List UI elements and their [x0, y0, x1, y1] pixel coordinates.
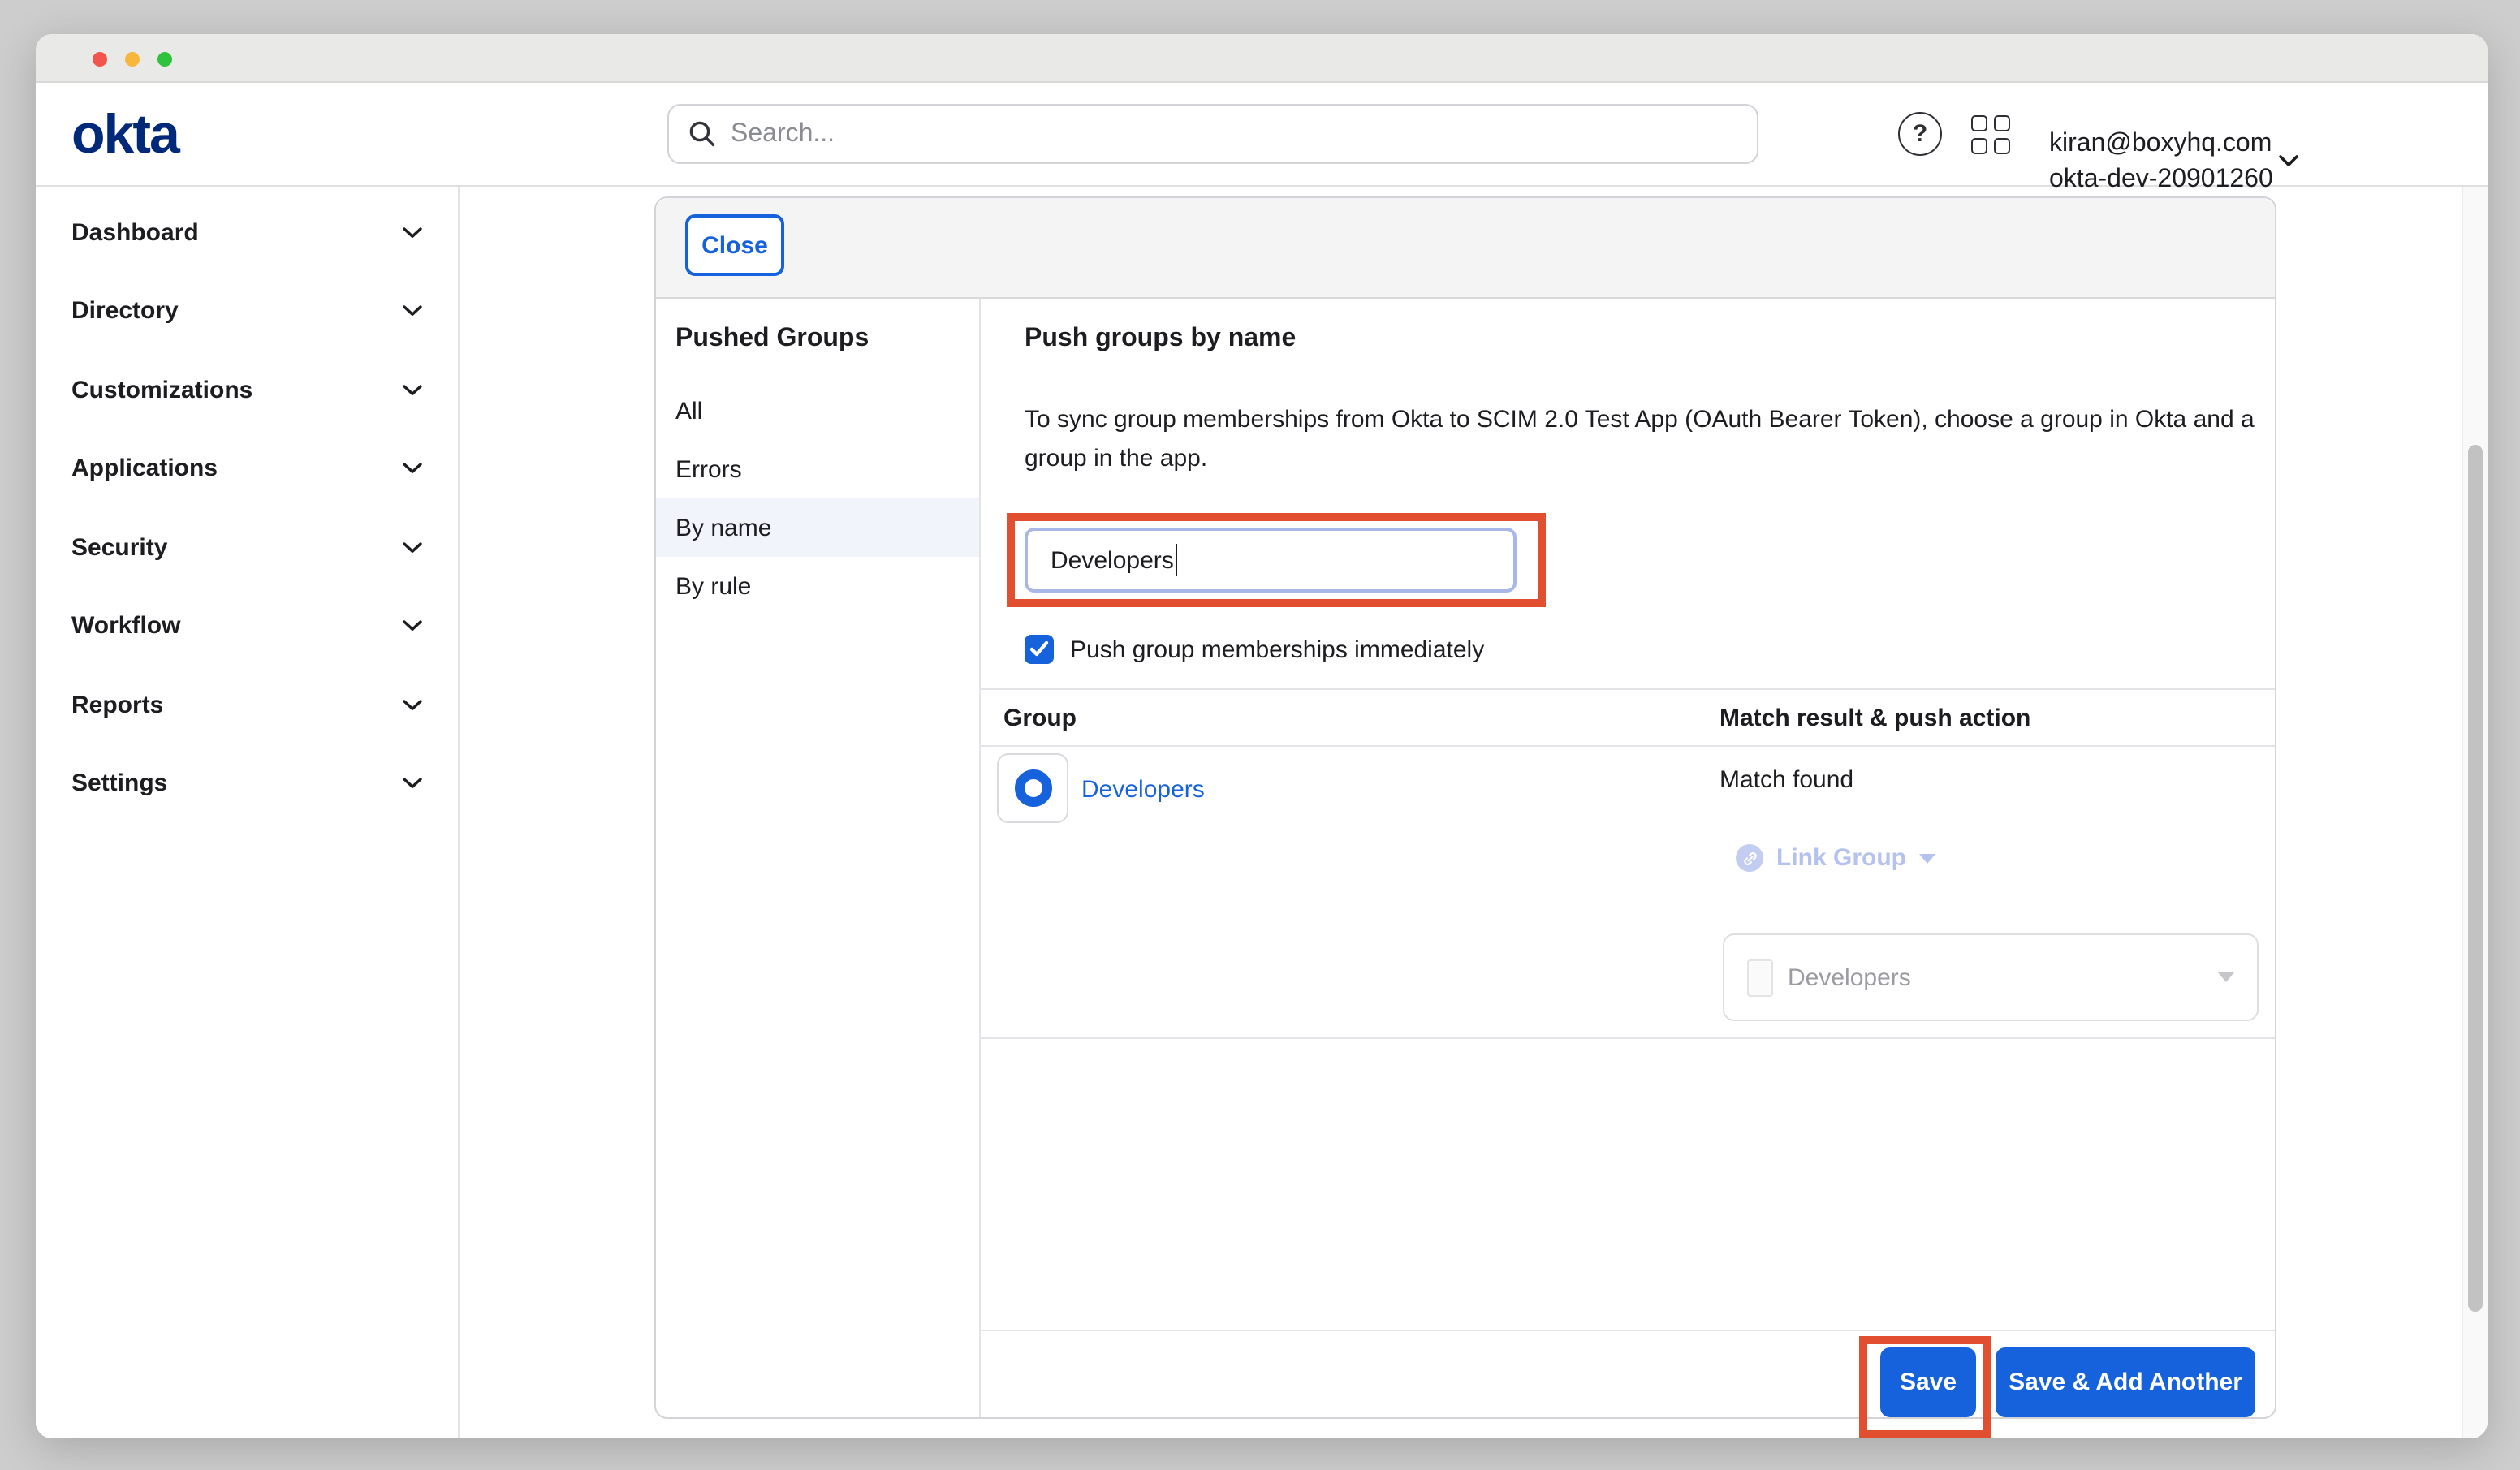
sidebar-item-applications[interactable]: Applications [36, 429, 458, 508]
nav-item-errors[interactable]: Errors [656, 440, 979, 498]
sidebar-item-security[interactable]: Security [36, 508, 458, 587]
text-caret [1176, 544, 1178, 576]
grid-square [1971, 137, 1987, 153]
push-immediately-label: Push group memberships immediately [1070, 636, 1484, 663]
search-icon [688, 120, 716, 148]
group-icon [1014, 769, 1051, 807]
panel-header: Close [656, 198, 2275, 299]
nav-item-by-rule[interactable]: By rule [656, 557, 979, 615]
save-add-another-button[interactable]: Save & Add Another [1996, 1347, 2255, 1417]
browser-window: okta ? kiran@boxyhq.com okta-dev-2090126… [36, 34, 2488, 1438]
user-account-menu[interactable]: kiran@boxyhq.com okta-dev-20901260 [2049, 127, 2263, 198]
save-button[interactable]: Save [1880, 1347, 1976, 1417]
global-search[interactable] [667, 104, 1758, 164]
target-group-select[interactable]: Developers [1723, 933, 2259, 1021]
sidebar-item-directory[interactable]: Directory [36, 272, 458, 351]
group-avatar [997, 753, 1068, 823]
chevron-down-icon [403, 700, 422, 711]
scrollbar-track[interactable] [2462, 187, 2488, 1438]
checkmark-icon [1029, 641, 1049, 657]
window-close-icon[interactable] [93, 51, 107, 66]
chevron-down-icon [403, 385, 422, 396]
search-input[interactable] [731, 119, 1705, 149]
divider [981, 688, 2275, 690]
nav-item-by-name[interactable]: By name [656, 498, 979, 557]
user-email: kiran@boxyhq.com [2049, 127, 2263, 162]
column-header-group: Group [1003, 705, 1077, 732]
pushed-groups-nav-list: All Errors By name By rule [656, 382, 979, 615]
chevron-down-icon [403, 306, 422, 317]
description-text: To sync group memberships from Okta to S… [1025, 401, 2262, 479]
caret-down-icon [2218, 972, 2234, 982]
grid-square [1993, 115, 2009, 131]
scrollbar-thumb[interactable] [2468, 445, 2483, 1312]
link-group-button[interactable]: Link Group [1736, 844, 1935, 872]
match-status: Match found [1720, 766, 1853, 794]
divider [981, 1330, 2275, 1331]
chevron-down-icon [403, 542, 422, 554]
help-icon[interactable]: ? [1898, 112, 1942, 156]
window-zoom-icon[interactable] [158, 51, 172, 66]
window-minimize-icon[interactable] [125, 51, 140, 66]
grid-square [1993, 137, 2009, 153]
link-icon [1736, 844, 1763, 872]
link-group-label: Link Group [1776, 844, 1906, 872]
group-name-input[interactable]: Developers [1025, 528, 1517, 593]
sidebar-item-workflow[interactable]: Workflow [36, 587, 458, 666]
sidebar-item-customizations[interactable]: Customizations [36, 351, 458, 429]
caret-down-icon [1919, 853, 1935, 863]
user-org: okta-dev-20901260 [2049, 162, 2263, 198]
apps-grid-icon[interactable] [1971, 115, 2010, 154]
chevron-down-icon [403, 463, 422, 475]
push-groups-panel: Close Pushed Groups All Errors By name B… [654, 196, 2276, 1419]
target-group-value: Developers [1788, 963, 2218, 991]
close-button[interactable]: Close [685, 214, 784, 276]
sidebar-nav: Dashboard Directory Customizations Appli… [36, 187, 460, 1438]
window-titlebar [36, 34, 2488, 83]
sidebar-item-dashboard[interactable]: Dashboard [36, 193, 458, 272]
push-immediately-row: Push group memberships immediately [1025, 635, 1484, 664]
push-by-name-content: Push groups by name To sync group member… [981, 299, 2275, 1417]
group-name-value: Developers [1051, 546, 1174, 574]
push-immediately-checkbox[interactable] [1025, 635, 1054, 664]
pushed-groups-nav: Pushed Groups All Errors By name By rule [656, 299, 981, 1417]
divider [981, 1037, 2275, 1039]
chevron-down-icon[interactable] [2278, 154, 2299, 167]
page-title: Push groups by name [1025, 325, 1296, 354]
column-header-match: Match result & push action [1720, 705, 2030, 732]
sidebar-item-reports[interactable]: Reports [36, 666, 458, 744]
chevron-down-icon [403, 227, 422, 239]
divider [981, 745, 2275, 747]
okta-logo[interactable]: okta [71, 106, 179, 164]
chevron-down-icon [403, 778, 422, 790]
screen: okta ? kiran@boxyhq.com okta-dev-2090126… [0, 0, 2520, 1470]
chevron-down-icon [403, 621, 422, 632]
group-name-link[interactable]: Developers [1081, 776, 1205, 804]
group-placeholder-icon [1747, 959, 1773, 996]
sidebar-item-settings[interactable]: Settings [36, 744, 458, 823]
pushed-groups-title: Pushed Groups [675, 325, 979, 354]
app-header: okta ? kiran@boxyhq.com okta-dev-2090126… [36, 83, 2488, 187]
nav-item-all[interactable]: All [656, 382, 979, 440]
grid-square [1971, 115, 1987, 131]
